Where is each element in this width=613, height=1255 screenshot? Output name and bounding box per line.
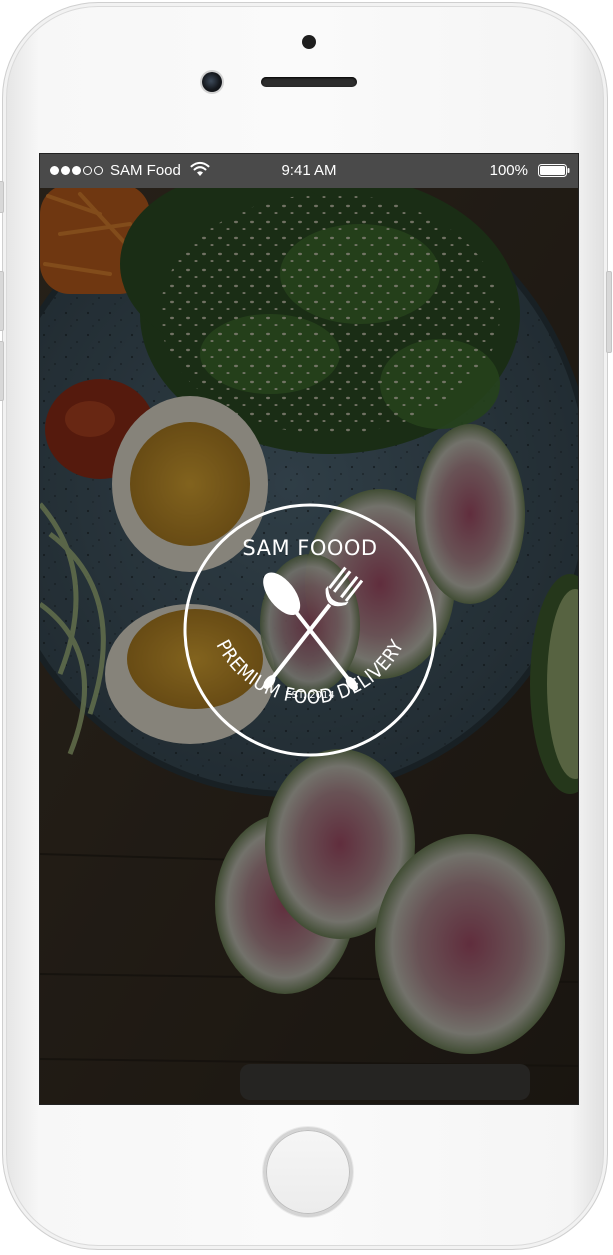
volume-up-button [0, 271, 4, 331]
mute-switch [0, 181, 4, 213]
earpiece-speaker [261, 77, 357, 87]
home-button[interactable] [263, 1127, 353, 1217]
status-bar: SAM Food 9:41 AM 100% [40, 154, 578, 188]
brand-name: SAM FOOOD [242, 536, 378, 560]
front-camera [202, 72, 222, 92]
brand-logo: EST. 2014 PREMIUM FOOD DELIVERY SAM FOOO… [182, 502, 438, 758]
phone-frame: SAM Food 9:41 AM 100% EST. 2014 PREMIUM … [0, 2, 612, 1250]
app-screen[interactable]: SAM Food 9:41 AM 100% EST. 2014 PREMIUM … [39, 153, 579, 1105]
battery-icon [538, 164, 570, 177]
logo-tagline: PREMIUM FOOD DELIVERY [212, 636, 409, 708]
proximity-sensor [302, 35, 316, 49]
power-button [606, 271, 612, 353]
battery-percent: 100% [489, 162, 528, 179]
volume-down-button [0, 341, 4, 401]
